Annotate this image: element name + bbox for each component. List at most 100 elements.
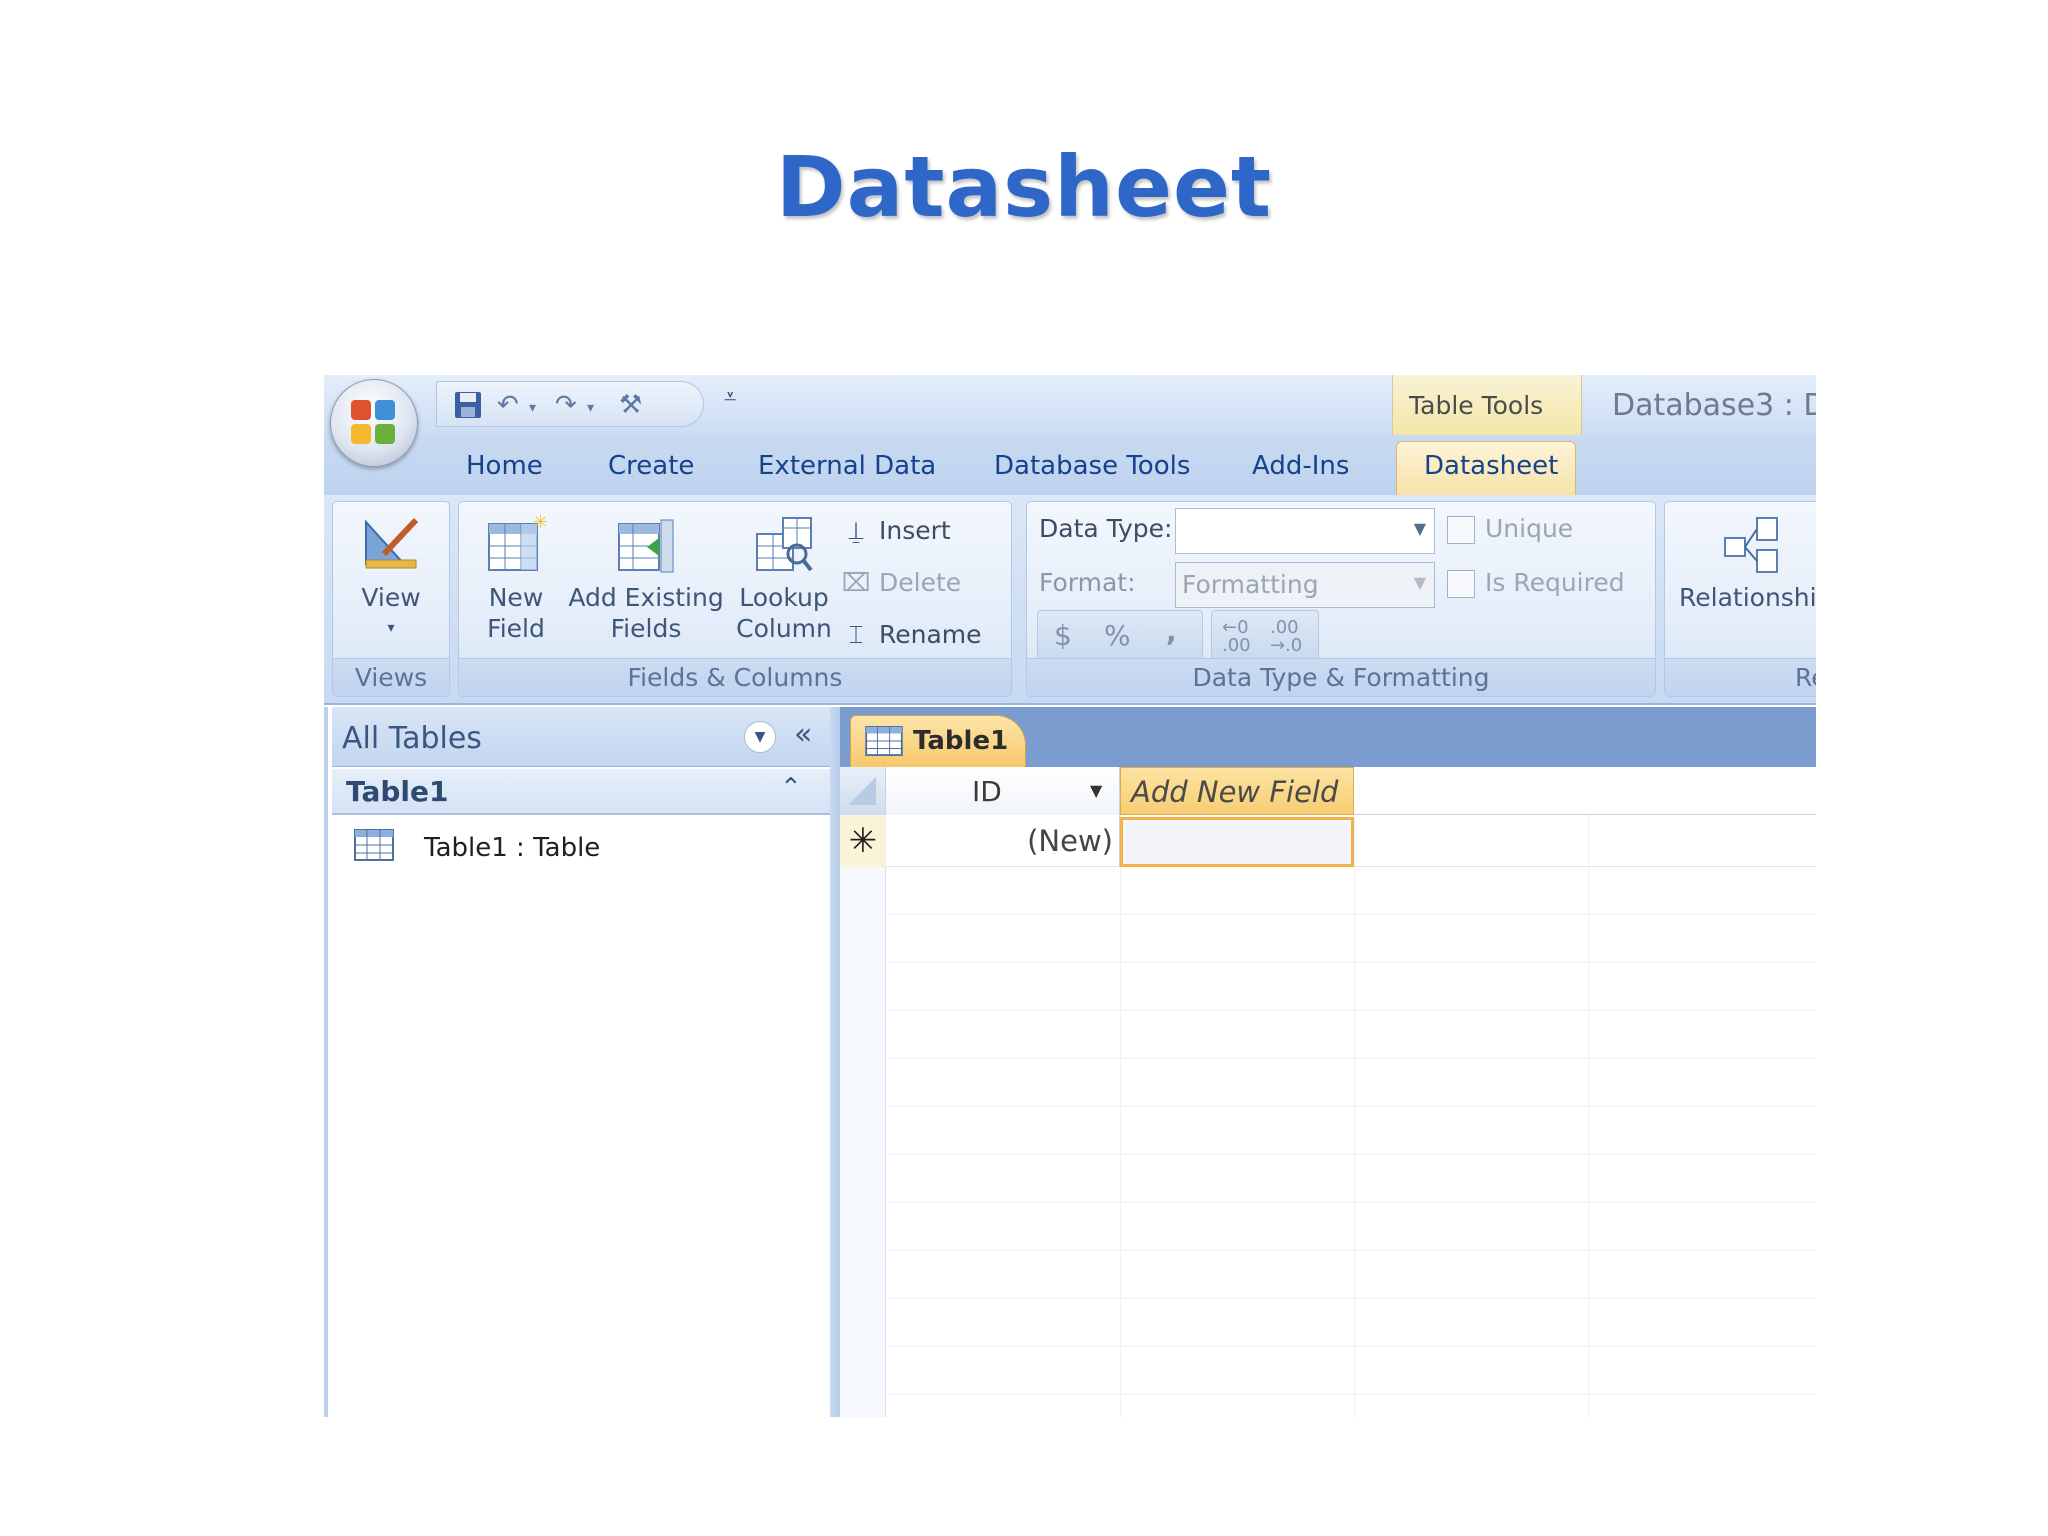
office-logo-icon: [351, 400, 399, 448]
column-header-id-label: ID: [972, 775, 1002, 808]
ribbon-tabs: Home Create External Data Database Tools…: [324, 435, 1816, 495]
rename-column-icon: ⌶: [848, 620, 864, 649]
new-field-icon: ✳: [485, 512, 548, 576]
data-type-combo[interactable]: ▼: [1175, 508, 1435, 554]
currency-button[interactable]: $: [1054, 619, 1072, 652]
shutter-bar-close-icon[interactable]: «: [794, 717, 812, 752]
add-existing-fields-icon: [615, 514, 677, 576]
percent-button[interactable]: %: [1104, 619, 1131, 652]
unique-checkbox[interactable]: Unique: [1447, 514, 1573, 544]
data-type-formatting-group: Data Type: ▼ Format: Formatting ▼ Unique…: [1026, 501, 1656, 697]
save-icon[interactable]: [453, 390, 483, 427]
nav-pane-header[interactable]: All Tables ▼ «: [332, 707, 830, 767]
datasheet-grid[interactable]: ID ▼ Add New Field ✳ (New): [840, 767, 1816, 1417]
rename-column-label: Rename: [879, 620, 982, 649]
document-tab-table1[interactable]: Table1: [850, 715, 1026, 767]
tab-add-ins[interactable]: Add-Ins: [1252, 451, 1349, 481]
relationships-group: Relationshi Rel: [1664, 501, 1816, 697]
insert-column-button[interactable]: ⍊ Insert: [841, 516, 951, 546]
nav-pane-menu-icon[interactable]: ▼: [744, 721, 776, 753]
lookup-column-icon: [753, 514, 815, 576]
redo-icon[interactable]: ↷: [555, 390, 577, 420]
views-group-label: Views: [333, 658, 449, 696]
delete-column-button[interactable]: ⌧ Delete: [841, 568, 962, 597]
new-record-indicator-icon: ✳: [840, 815, 886, 867]
relationships-group-label: Rel: [1665, 658, 1816, 696]
view-button[interactable]: View ▾: [339, 514, 443, 644]
column-header-add-new-field-label: Add New Field: [1131, 775, 1339, 809]
slide-title: Datasheet: [775, 138, 1273, 236]
nav-pane-title: All Tables: [342, 721, 482, 756]
nav-group-header[interactable]: Table1 ⌃: [332, 769, 830, 815]
relationships-button[interactable]: Relationshi: [1665, 514, 1816, 613]
is-required-checkbox-box: [1447, 570, 1475, 598]
document-tab-label: Table1: [913, 726, 1009, 756]
new-field-button[interactable]: ✳ New Field: [469, 512, 563, 644]
lookup-column-button[interactable]: Lookup Column: [729, 514, 839, 644]
tools-icon[interactable]: ⚒: [619, 390, 642, 420]
delete-column-label: Delete: [879, 568, 962, 597]
tab-database-tools[interactable]: Database Tools: [994, 451, 1190, 481]
number-format-buttons: $ % ,: [1037, 610, 1203, 662]
new-record-row[interactable]: ✳ (New): [840, 815, 1816, 867]
unique-checkbox-box: [1447, 516, 1475, 544]
decimal-buttons: ←0.00 .00 →.0: [1211, 610, 1319, 662]
context-tab-group: Table Tools: [1392, 375, 1582, 435]
document-tab-bar: Table1: [840, 707, 1816, 767]
grid-empty-rows: [840, 867, 1816, 1417]
is-required-checkbox[interactable]: Is Required: [1447, 568, 1625, 598]
context-tab-group-label: Table Tools: [1409, 391, 1544, 420]
data-type-label: Data Type:: [1039, 514, 1173, 543]
svg-text:✳: ✳: [533, 514, 547, 533]
unique-checkbox-label: Unique: [1485, 514, 1574, 543]
title-bar: ↶ ▾ ↷ ▾ ⚒ ⩡ Table Tools Database3 : Da: [324, 375, 1816, 435]
table-icon: [354, 829, 394, 868]
is-required-checkbox-label: Is Required: [1485, 568, 1625, 597]
undo-dropdown-icon[interactable]: ▾: [529, 400, 536, 416]
tab-datasheet[interactable]: Datasheet: [1424, 451, 1558, 481]
decrease-decimals-icon[interactable]: .00 →.0: [1270, 619, 1302, 655]
delete-column-icon: ⌧: [841, 568, 871, 597]
collapse-group-icon[interactable]: ⌃: [780, 773, 802, 803]
active-cell[interactable]: [1120, 817, 1354, 867]
customize-qat-icon[interactable]: ⩡: [724, 385, 736, 410]
window-title: Database3 : Da: [1612, 388, 1816, 423]
tab-home[interactable]: Home: [466, 451, 543, 481]
new-record-id-value: (New): [1027, 824, 1113, 858]
new-field-label-2: Field: [487, 614, 545, 643]
tab-external-data[interactable]: External Data: [758, 451, 936, 481]
quick-access-toolbar: ↶ ▾ ↷ ▾ ⚒: [436, 381, 704, 427]
nav-group-title: Table1: [346, 775, 449, 808]
relationships-icon: [1721, 514, 1783, 576]
data-type-dropdown-icon: ▼: [1413, 519, 1426, 538]
insert-column-icon: ⍊: [848, 516, 864, 545]
column-header-row: ID ▼ Add New Field: [840, 767, 1816, 815]
fields-columns-group-label: Fields & Columns: [459, 658, 1011, 696]
access-window: ↶ ▾ ↷ ▾ ⚒ ⩡ Table Tools Database3 : Da H…: [324, 375, 1816, 1417]
rename-column-button[interactable]: ⌶ Rename: [841, 620, 982, 650]
insert-column-label: Insert: [879, 516, 951, 545]
undo-icon[interactable]: ↶: [497, 390, 519, 420]
column-header-id[interactable]: ID ▼: [886, 767, 1120, 815]
new-record-id-cell[interactable]: (New): [886, 815, 1120, 867]
nav-item-label: Table1 : Table: [424, 833, 601, 863]
redo-dropdown-icon[interactable]: ▾: [587, 400, 594, 416]
column-filter-dropdown-icon[interactable]: ▼: [1090, 781, 1102, 800]
lookup-column-label-2: Column: [736, 614, 832, 643]
format-dropdown-icon: ▼: [1413, 573, 1426, 592]
navigation-pane: All Tables ▼ « Table1 ⌃ Table1 : Table: [324, 707, 844, 1417]
add-existing-fields-button[interactable]: Add Existing Fields: [567, 514, 725, 644]
view-icon: [360, 514, 422, 576]
data-type-formatting-group-label: Data Type & Formatting: [1027, 658, 1655, 696]
office-button[interactable]: [330, 379, 418, 467]
select-all-button[interactable]: [840, 767, 886, 815]
comma-style-button[interactable]: ,: [1166, 615, 1177, 648]
document-tab-table-icon: [865, 726, 903, 760]
add-existing-fields-label-2: Fields: [610, 614, 682, 643]
column-header-add-new-field[interactable]: Add New Field: [1120, 767, 1354, 815]
increase-decimals-icon[interactable]: ←0.00: [1222, 619, 1251, 655]
tab-create[interactable]: Create: [608, 451, 694, 481]
relationships-button-label: Relationshi: [1679, 583, 1816, 612]
new-field-label-1: New: [488, 583, 544, 612]
format-combo[interactable]: Formatting ▼: [1175, 562, 1435, 608]
